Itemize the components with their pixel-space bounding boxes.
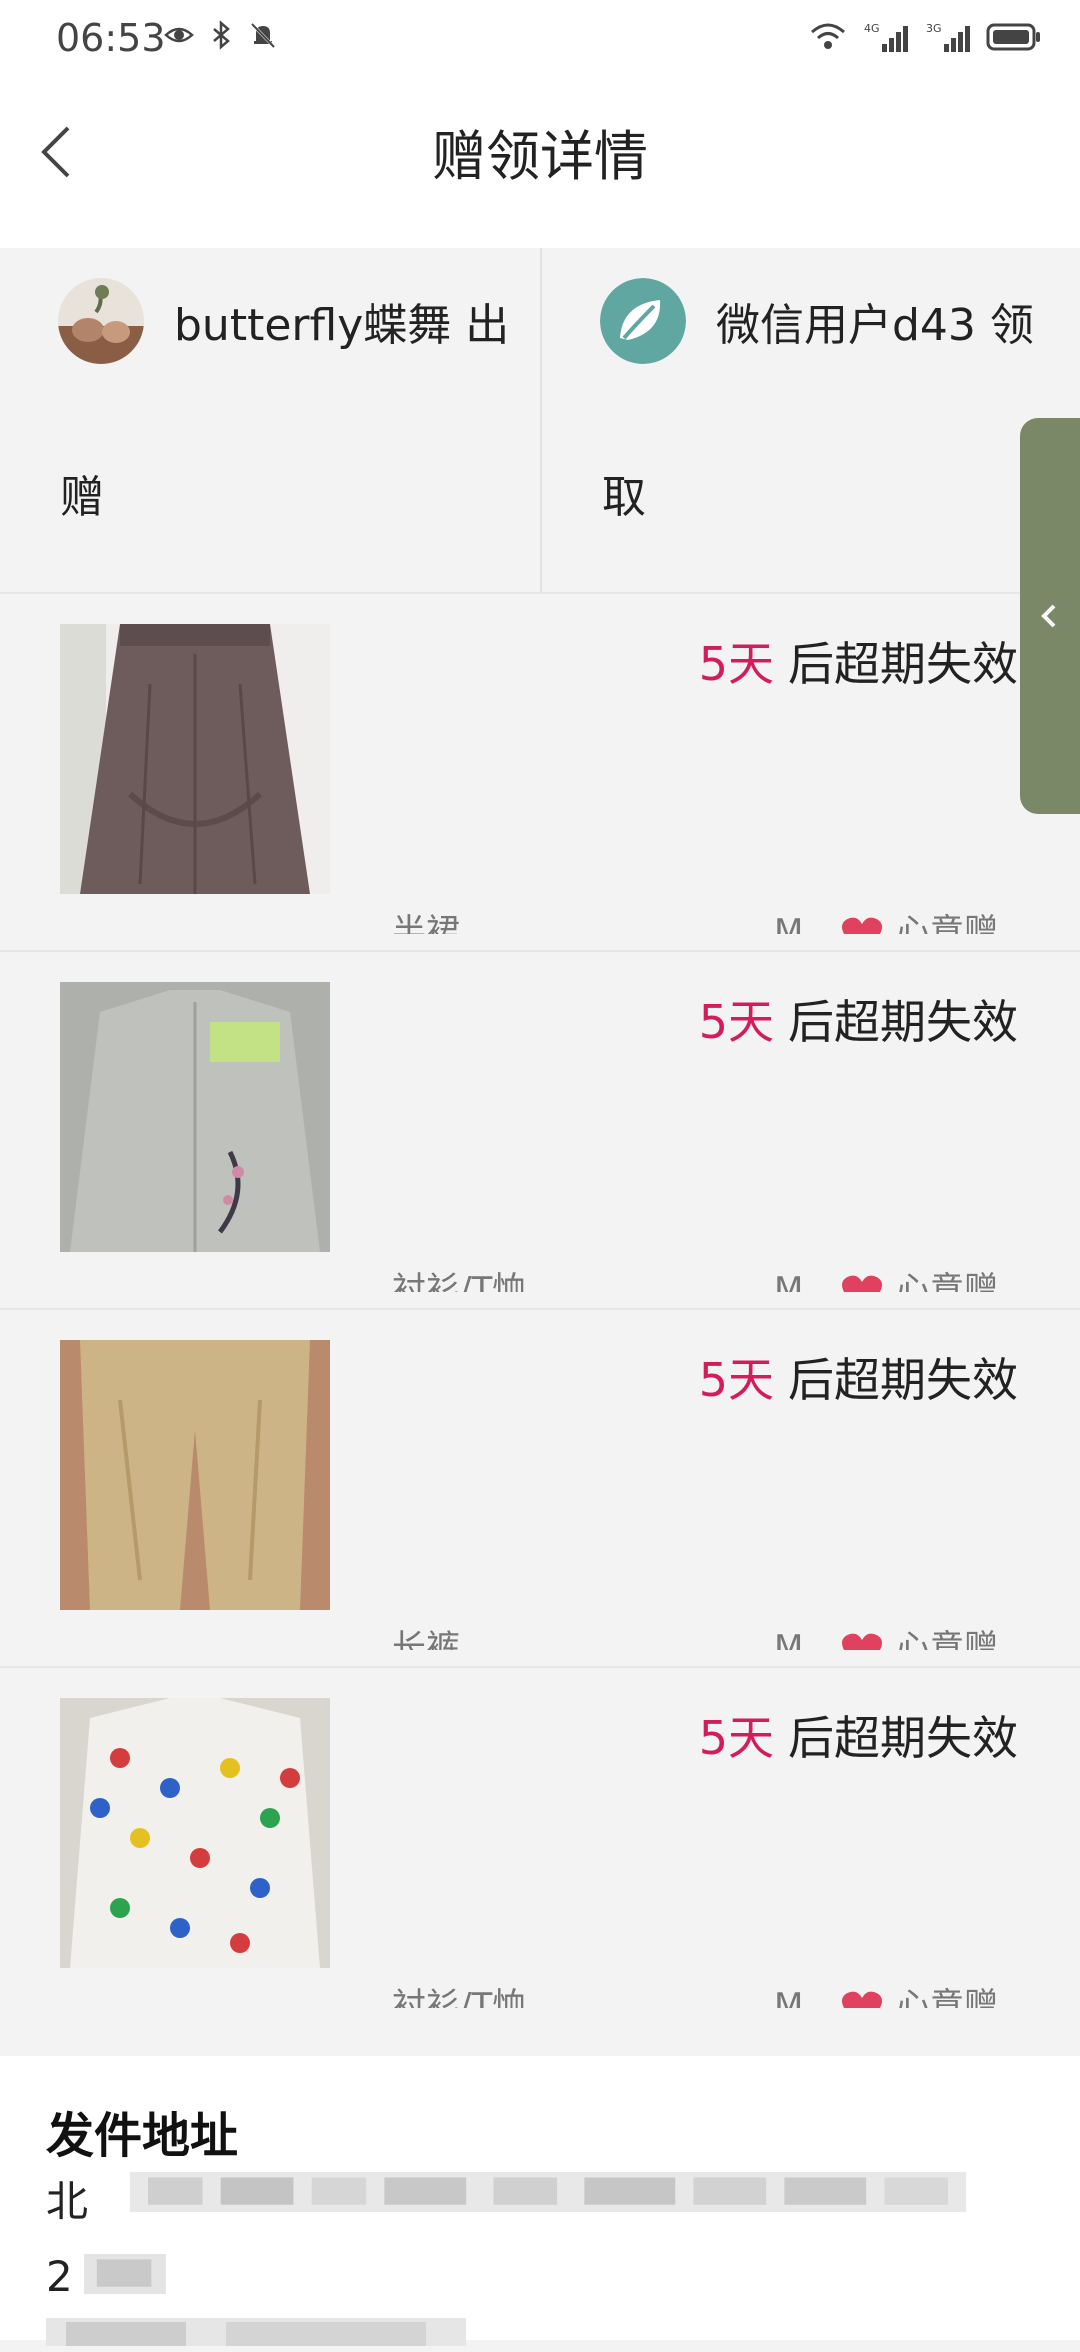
list-item[interactable]: 5天 后超期失效 半裙 M 心意赠 (0, 594, 1080, 952)
heart-icon (842, 1275, 882, 1292)
item-size: M (774, 912, 804, 934)
receiver-role-end: 取 (602, 472, 646, 523)
address-line2-redacted (84, 2254, 166, 2294)
item-meta: 衬衫/T恤 M 心意赠 (0, 1270, 1080, 1292)
item-size: M (774, 1986, 804, 2008)
expiry-text: 5天 后超期失效 (699, 628, 1018, 694)
list-item[interactable]: 5天 后超期失效 长裤 M 心意赠 (0, 1310, 1080, 1668)
receiver-name-line: 微信用户d43 领 (716, 300, 1034, 353)
bell-muted-icon (250, 22, 276, 49)
item-note: 心意赠 (896, 1628, 998, 1650)
receiver-user[interactable]: 微信用户d43 领 取 (542, 248, 1080, 592)
expiry-text: 5天 后超期失效 (699, 1702, 1018, 1768)
item-meta: 半裙 M 心意赠 (0, 912, 1080, 934)
item-size: M (774, 1628, 804, 1650)
app-header: 赠领详情 (0, 76, 1080, 248)
address-title: 发件地址 (46, 2108, 239, 2164)
address-line1-start: 北 (46, 2177, 89, 2226)
signal-4g-icon: 4G (864, 22, 908, 52)
net-4g-label: 4G (864, 22, 880, 35)
status-left-icons (164, 20, 278, 50)
giver-role-start: 出 (465, 300, 510, 351)
item-thumbnail-pants (60, 1340, 330, 1610)
chevron-left-icon (1041, 604, 1056, 628)
item-name: 衬衫/T恤 (392, 1270, 527, 1292)
expiry-suffix: 后超期失效 (788, 637, 1018, 691)
item-note: 心意赠 (896, 912, 998, 934)
list-item[interactable]: 5天 后超期失效 衬衫/T恤 M 心意赠 (0, 952, 1080, 1310)
status-bar: 06:53 4G 3G (0, 0, 1080, 76)
expiry-days: 5天 (698, 1353, 774, 1407)
item-name: 衬衫/T恤 (392, 1986, 527, 2008)
expiry-days: 5天 (698, 1711, 774, 1765)
expiry-days: 5天 (698, 995, 774, 1049)
giver-avatar (58, 278, 144, 364)
giver-name-line: butterfly蝶舞 出 (174, 300, 509, 353)
expiry-text: 5天 后超期失效 (699, 986, 1018, 1052)
users-row: butterfly蝶舞 出 赠 微信用户d43 领 取 (0, 248, 1080, 594)
giver-user[interactable]: butterfly蝶舞 出 赠 (0, 248, 542, 592)
expiry-days: 5天 (698, 637, 774, 691)
item-name: 长裤 (392, 1628, 460, 1650)
status-right-icons: 4G 3G (808, 20, 1042, 54)
receiver-avatar (600, 278, 686, 364)
status-time: 06:53 (56, 16, 166, 60)
heart-icon (842, 1633, 882, 1650)
signal-3g-icon: 3G (926, 22, 970, 52)
expiry-suffix: 后超期失效 (788, 1353, 1018, 1407)
list-item[interactable]: 5天 后超期失效 衬衫/T恤 M 心意赠 (0, 1668, 1080, 2056)
giver-name: butterfly蝶舞 (174, 300, 452, 351)
address-card: 发件地址 北 2 (0, 2056, 1080, 2346)
receiver-name: 微信用户d43 (716, 300, 976, 351)
expiry-text: 5天 后超期失效 (699, 1344, 1018, 1410)
net-3g-label: 3G (926, 22, 942, 35)
item-name: 半裙 (392, 912, 460, 934)
eye-icon (164, 27, 194, 43)
item-meta: 衬衫/T恤 M 心意赠 (0, 1986, 1080, 2008)
expiry-suffix: 后超期失效 (788, 995, 1018, 1049)
address-line1-redacted (129, 2172, 967, 2212)
item-thumbnail-patterned-shirt (60, 1698, 330, 1968)
item-meta: 长裤 M 心意赠 (0, 1628, 1080, 1650)
heart-icon (842, 917, 882, 934)
item-thumbnail-shirt (60, 982, 330, 1252)
wifi-icon (811, 23, 845, 49)
heart-icon (842, 1991, 882, 2008)
item-thumbnail-skirt (60, 624, 330, 894)
bluetooth-icon (213, 20, 230, 50)
page-title: 赠领详情 (432, 125, 648, 188)
battery-icon (986, 23, 1040, 51)
address-line2-start: 2 (46, 2252, 73, 2301)
item-note: 心意赠 (896, 1986, 998, 2008)
item-note: 心意赠 (896, 1270, 998, 1292)
receiver-role-start: 领 (989, 300, 1034, 351)
expiry-suffix: 后超期失效 (788, 1711, 1018, 1765)
item-size: M (774, 1270, 804, 1292)
address-line3-redacted (46, 2318, 466, 2346)
giver-role-end: 赠 (60, 472, 104, 523)
side-drawer-tab[interactable] (1020, 418, 1080, 814)
